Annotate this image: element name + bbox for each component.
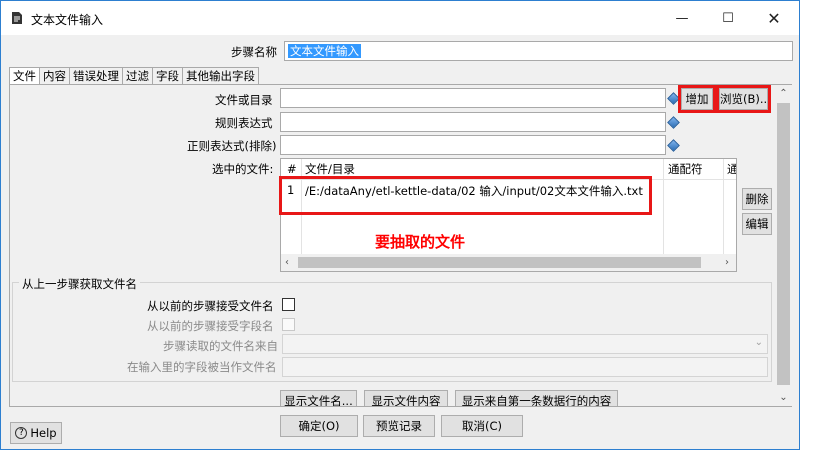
chevron-down-icon: ⌄ [754,337,763,348]
file-path-highlight [279,176,652,215]
window-title: 文本文件输入 [31,13,104,27]
tab-fields[interactable]: 字段 [152,67,183,85]
help-label: Help [30,426,57,440]
help-icon: ? [15,427,28,439]
accept-filenames-label: 从以前的步骤接受文件名 [147,299,274,313]
tab-error-handling[interactable]: 错误处理 [69,67,123,85]
selected-files-label: 选中的文件: [212,162,274,176]
selected-files-table[interactable]: # 文件/目录 通配符 通 1 /E:/dataAny/etl-kettle-d… [280,158,737,272]
column-header-wildcard[interactable]: 通配符 [668,159,703,179]
show-content-button[interactable]: 显示文件内容 [364,390,448,406]
field-as-filename-input[interactable] [282,357,768,377]
column-header-index[interactable]: # [287,159,297,179]
field-as-filename-label: 在输入里的字段被当作文件名 [127,360,277,374]
column-divider [723,159,724,254]
scroll-up-icon[interactable]: ⌃ [775,85,792,102]
prev-step-group-title: 从上一步骤获取文件名 [19,276,140,292]
tab-filter[interactable]: 过滤 [122,67,153,85]
column-divider [663,159,664,254]
show-first-row-button[interactable]: 显示来自第一条数据行的内容 [455,390,618,406]
title-bar: 文本文件输入 — ☐ ✕ [1,1,799,35]
tab-other-output-fields[interactable]: 其他输出字段 [182,67,259,85]
file-or-dir-label: 文件或目录 [215,93,273,107]
column-header-more[interactable]: 通 [727,159,736,179]
scroll-left-icon[interactable]: ‹ [285,254,289,271]
dialog-window: 文本文件输入 — ☐ ✕ 步骤名称 文本文件输入 文件 内容 错误处理 过滤 字… [0,0,800,450]
browse-button[interactable]: 浏览(B)... [716,85,771,113]
tab-file[interactable]: 文件 [9,67,40,85]
cancel-button[interactable]: 取消(C) [441,415,523,437]
regex-input[interactable] [280,112,666,132]
step-read-from-label: 步骤读取的文件名来自 [163,339,278,353]
tab-bar: 文件 内容 错误处理 过滤 字段 其他输出字段 [9,67,259,85]
close-button[interactable]: ✕ [751,1,797,35]
regex-label: 规则表达式 [215,116,273,130]
step-name-input[interactable]: 文本文件输入 [284,41,793,61]
annotation-extract-file: 要抽取的文件 [375,233,466,251]
column-header-file-dir[interactable]: 文件/目录 [305,159,355,179]
scroll-down-icon[interactable]: ⌄ [775,389,792,406]
accept-fieldnames-checkbox[interactable] [282,318,295,331]
regex-exclude-label: 正则表达式(排除) [187,139,277,153]
table-horizontal-scrollbar[interactable]: ‹ › [281,254,736,271]
scroll-thumb[interactable] [298,257,701,268]
panel-button-row: 显示文件名... 显示文件内容 显示来自第一条数据行的内容 [276,388,776,406]
accept-fieldnames-label: 从以前的步骤接受字段名 [147,319,274,333]
file-or-dir-input[interactable] [280,88,666,108]
step-read-from-select[interactable]: ⌄ [282,334,768,354]
add-button[interactable]: 增加 [678,85,716,113]
accept-filenames-checkbox[interactable] [282,298,295,311]
scroll-right-icon[interactable]: › [725,254,729,271]
help-button[interactable]: ? Help [10,422,62,444]
regex-exclude-input[interactable] [280,135,666,155]
panel-vertical-scrollbar[interactable]: ⌃ ⌄ [775,85,792,406]
step-name-label: 步骤名称 [231,45,277,59]
delete-button[interactable]: 删除 [742,188,772,210]
document-icon [12,12,22,24]
scroll-thumb[interactable] [777,103,790,385]
ok-button[interactable]: 确定(O) [280,415,358,437]
edit-button[interactable]: 编辑 [742,213,772,235]
maximize-button[interactable]: ☐ [705,1,751,35]
minimize-button[interactable]: — [659,1,705,35]
tab-content[interactable]: 内容 [39,67,70,85]
preview-button[interactable]: 预览记录 [363,415,435,437]
step-name-value: 文本文件输入 [288,44,361,58]
show-filenames-button[interactable]: 显示文件名... [280,390,357,406]
